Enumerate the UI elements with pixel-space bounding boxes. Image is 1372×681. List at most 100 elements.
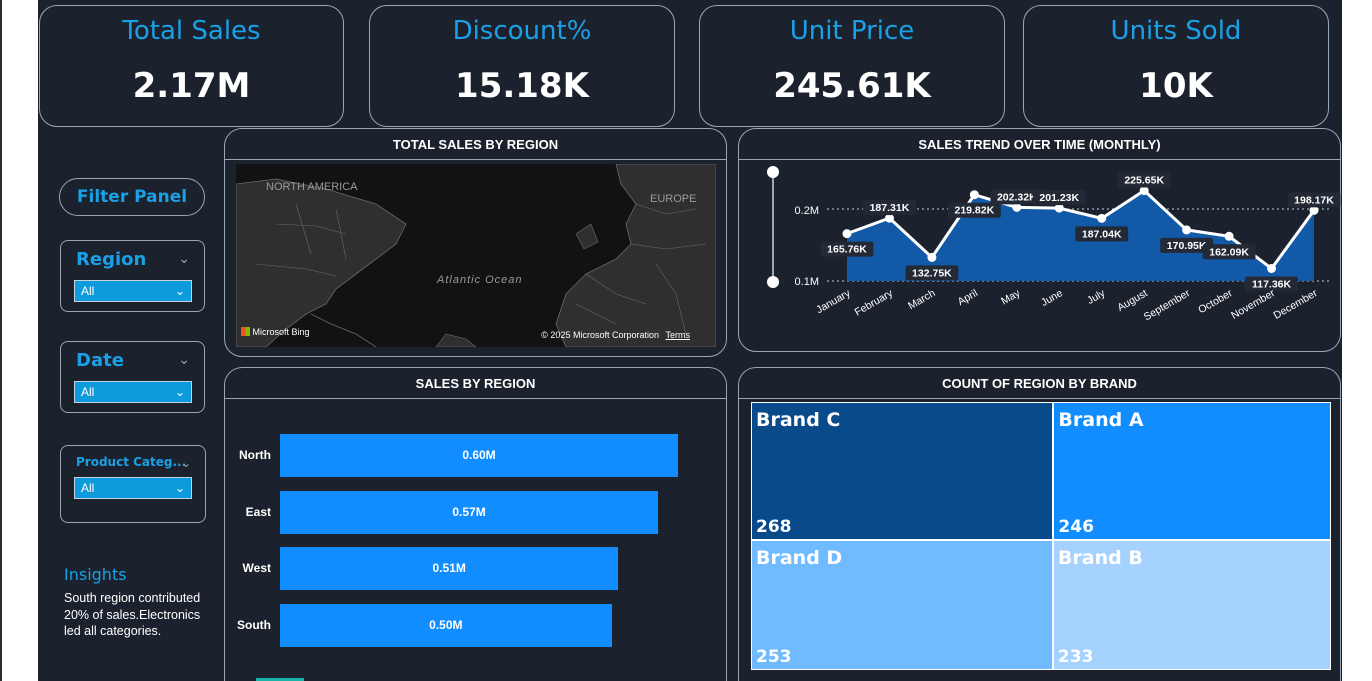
chevron-down-icon[interactable]: ⌄ — [181, 456, 191, 470]
insights-title: Insights — [64, 565, 127, 584]
microsoft-logo-icon — [241, 327, 250, 336]
chevron-down-icon: ⌄ — [174, 385, 185, 399]
panel-divider — [225, 159, 726, 160]
tile-count: 233 — [1057, 646, 1094, 667]
region-dropdown[interactable]: All ⌄ — [74, 280, 192, 302]
kpi-title: Units Sold — [1110, 16, 1242, 46]
trend-point[interactable] — [927, 252, 937, 262]
tile-brand-name: Brand A — [1058, 409, 1144, 431]
copyright-text: © 2025 Microsoft Corporation — [541, 330, 659, 340]
window-edge — [0, 0, 2, 681]
trend-point[interactable] — [969, 190, 979, 200]
y-tick-label: 0.1M — [795, 276, 819, 288]
treemap-tile[interactable]: Brand D 253 — [751, 539, 1053, 670]
chevron-down-icon: ⌄ — [174, 481, 185, 495]
panel-title: SALES TREND OVER TIME (MONTHLY) — [918, 137, 1161, 152]
kpi-card-unit-price[interactable]: Unit Price 245.61K — [699, 5, 1005, 127]
trend-point[interactable] — [1182, 225, 1192, 235]
kpi-value: 15.18K — [455, 66, 589, 106]
kpi-value: 2.17M — [132, 66, 251, 106]
trend-point[interactable] — [842, 229, 852, 239]
slicer-title: Product Categ... — [76, 455, 187, 469]
x-tick-label: January — [814, 287, 853, 316]
map-label-ocean: Atlantic Ocean — [437, 274, 523, 286]
terms-link[interactable]: Terms — [666, 330, 691, 340]
trend-chart[interactable]: 0.2M 0.1M 165.76K187.31K132.75K219.82K20… — [739, 161, 1342, 351]
region-bar-chart[interactable]: North 0.60M East 0.57M West 0.51M South 0.50M — [225, 368, 728, 681]
tile-brand-name: Brand C — [756, 409, 841, 431]
brand-treemap[interactable]: Brand C 268 Brand A 246 Brand D 253 Brand B 233 — [751, 402, 1331, 670]
map-label-north-america: NORTH AMERICA — [266, 181, 358, 193]
trend-data-label: 162.09K — [1209, 246, 1249, 258]
filter-panel-button[interactable]: Filter Panel — [59, 178, 205, 216]
bar-value-label: 0.50M — [429, 617, 463, 632]
bar-value-label: 0.60M — [462, 448, 496, 462]
tile-brand-name: Brand D — [756, 546, 843, 569]
chevron-down-icon[interactable]: ⌄ — [178, 251, 190, 267]
bar-value-label: 0.51M — [432, 561, 466, 575]
x-tick-label: November — [1229, 287, 1277, 322]
trend-data-label: 225.65K — [1124, 175, 1164, 187]
bing-label: Microsoft Bing — [252, 327, 310, 337]
chevron-down-icon: ⌄ — [174, 284, 185, 298]
kpi-card-units-sold[interactable]: Units Sold 10K — [1023, 5, 1329, 127]
range-slider-track — [772, 171, 774, 283]
trend-data-label: 187.31K — [870, 202, 910, 214]
slicer-title: Region — [76, 249, 147, 270]
kpi-title: Total Sales — [122, 16, 261, 46]
product-category-dropdown[interactable]: All ⌄ — [74, 477, 192, 499]
bar-category-label: North — [239, 448, 271, 462]
trend-data-label: 201.23K — [1039, 192, 1079, 204]
kpi-value: 245.61K — [773, 66, 931, 106]
x-tick-label: August — [1115, 287, 1149, 314]
range-slider-handle-bottom[interactable] — [767, 276, 779, 288]
trend-panel[interactable]: SALES TREND OVER TIME (MONTHLY) 0.2M 0.1… — [738, 128, 1341, 352]
trend-data-label: 198.17K — [1294, 194, 1334, 206]
trend-point[interactable] — [1224, 231, 1234, 241]
panel-divider — [739, 159, 1340, 160]
trend-point[interactable] — [1097, 213, 1107, 223]
panel-divider — [739, 398, 1340, 399]
trend-data-label: 202.32K — [997, 191, 1037, 203]
slicer-title: Date — [76, 350, 124, 371]
product-category-slicer[interactable]: Product Categ... ⌄ All ⌄ — [60, 445, 206, 523]
tile-brand-name: Brand B — [1057, 546, 1143, 569]
x-tick-label: February — [853, 287, 896, 319]
brand-treemap-panel[interactable]: COUNT OF REGION BY BRAND Brand C 268 Brand… — [738, 367, 1341, 681]
treemap-tile[interactable]: Brand C 268 — [751, 402, 1054, 540]
map-attribution: © 2025 Microsoft Corporation Terms — [541, 330, 690, 340]
tile-count: 246 — [1058, 516, 1094, 537]
sales-by-region-panel[interactable]: SALES BY REGION North 0.60M East 0.57M West 0… — [224, 367, 727, 681]
bar-category-label: East — [245, 504, 271, 519]
kpi-value: 10K — [1139, 66, 1213, 106]
kpi-card-discount[interactable]: Discount% 15.18K — [369, 5, 675, 127]
kpi-title: Discount% — [452, 16, 592, 46]
region-slicer[interactable]: Region ⌄ All ⌄ — [60, 240, 205, 312]
dashboard-canvas: Total Sales 2.17M Discount% 15.18K Unit … — [38, 0, 1342, 681]
map-panel[interactable]: TOTAL SALES BY REGION NORTH AMERICA EURO… — [224, 128, 727, 357]
kpi-title: Unit Price — [789, 16, 915, 46]
bar-category-label: South — [237, 617, 271, 632]
range-slider-handle-top[interactable] — [767, 166, 779, 178]
map-label-europe: EUROPE — [650, 193, 697, 205]
date-dropdown[interactable]: All ⌄ — [74, 381, 192, 403]
treemap-tile[interactable]: Brand B 233 — [1052, 539, 1331, 670]
trend-data-label: 165.76K — [827, 244, 867, 256]
trend-data-label: 170.95K — [1167, 240, 1207, 252]
dropdown-value: All — [81, 481, 95, 495]
x-tick-label: June — [1039, 287, 1065, 309]
bar-category-label: West — [242, 561, 271, 575]
x-tick-label: July — [1085, 287, 1108, 307]
x-tick-label: December — [1272, 287, 1320, 322]
trend-point[interactable] — [1267, 264, 1277, 274]
bing-logo: Microsoft Bing — [241, 327, 310, 337]
map-view[interactable]: NORTH AMERICA EUROPE Atlantic Ocean Micr… — [236, 164, 716, 347]
trend-data-label: 187.04K — [1082, 228, 1122, 240]
insights-text: South region contributed 20% of sales.El… — [64, 591, 201, 638]
treemap-tile[interactable]: Brand A 246 — [1053, 402, 1331, 540]
date-slicer[interactable]: Date ⌄ All ⌄ — [60, 341, 205, 413]
bar-value-label: 0.57M — [452, 504, 486, 519]
chevron-down-icon[interactable]: ⌄ — [178, 352, 190, 368]
trend-data-label: 132.75K — [912, 267, 952, 279]
kpi-card-total-sales[interactable]: Total Sales 2.17M — [39, 5, 344, 127]
